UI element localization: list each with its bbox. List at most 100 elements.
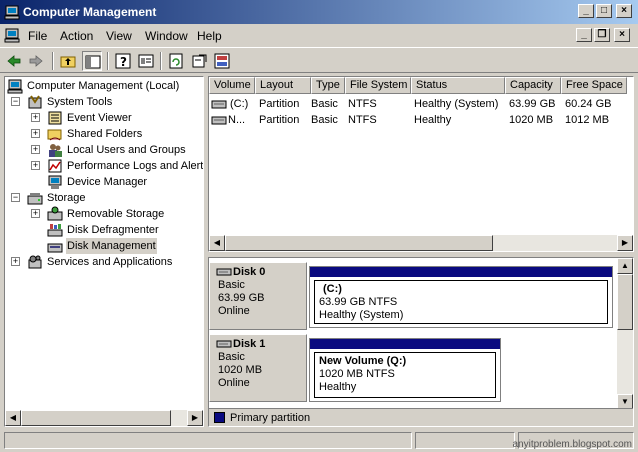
menu-help[interactable]: Help bbox=[197, 29, 222, 43]
column-header-status[interactable]: Status bbox=[411, 77, 505, 94]
scroll-up-button[interactable]: ▲ bbox=[617, 258, 633, 274]
expand-icon[interactable]: + bbox=[31, 129, 40, 138]
tree-label: Event Viewer bbox=[67, 112, 132, 124]
tree-label: Disk Defragmenter bbox=[67, 224, 159, 236]
window-title: Computer Management bbox=[23, 5, 157, 19]
mdi-restore-button[interactable]: ❐ bbox=[594, 28, 610, 42]
minimize-button[interactable]: _ bbox=[578, 4, 594, 18]
toolbar-separator bbox=[160, 52, 162, 70]
disk-vertical-scrollbar[interactable]: ▲ ▼ bbox=[617, 258, 633, 410]
cell-status: Healthy bbox=[414, 114, 452, 126]
cell-volume: N... bbox=[228, 114, 246, 126]
volume-status: Healthy (System) bbox=[319, 309, 404, 321]
menu-action[interactable]: Action bbox=[60, 29, 93, 43]
scroll-left-button[interactable]: ◀ bbox=[5, 410, 21, 426]
cell-type: Basic bbox=[311, 114, 338, 126]
disk-settings-icon bbox=[214, 53, 230, 69]
menu-view[interactable]: View bbox=[106, 29, 132, 43]
disk-graphical-view: Disk 0 Basic 63.99 GB Online (C:) 63.99 … bbox=[208, 257, 634, 427]
scroll-right-button[interactable]: ▶ bbox=[187, 410, 203, 426]
mdi-minimize-button[interactable]: _ bbox=[576, 28, 592, 42]
scroll-thumb[interactable] bbox=[225, 235, 493, 251]
up-folder-icon bbox=[60, 56, 76, 68]
scroll-thumb[interactable] bbox=[617, 274, 633, 330]
tree-label: System Tools bbox=[47, 96, 113, 108]
tree-label: Device Manager bbox=[67, 176, 148, 188]
disk-0-info[interactable]: Disk 0 Basic 63.99 GB Online bbox=[209, 262, 307, 330]
help-button[interactable]: ? bbox=[113, 51, 133, 71]
forward-arrow-icon bbox=[29, 55, 43, 67]
expand-icon[interactable]: + bbox=[31, 161, 40, 170]
svg-text:?: ? bbox=[120, 55, 127, 69]
volume-name: New Volume (Q:) bbox=[319, 355, 407, 367]
disk-type: Basic bbox=[218, 351, 245, 363]
tree-label: Local Users and Groups bbox=[67, 144, 186, 156]
tree-horizontal-scrollbar[interactable]: ◀ ▶ bbox=[5, 410, 203, 426]
watermark-text: anyitproblem.blogspot.com bbox=[512, 439, 632, 450]
console-tree-icon bbox=[85, 55, 101, 69]
disk-icon bbox=[216, 268, 232, 276]
volume-q-partition[interactable]: New Volume (Q:) 1020 MB NTFS Healthy bbox=[309, 338, 501, 402]
computer-icon bbox=[7, 79, 23, 94]
refresh-button[interactable] bbox=[166, 51, 186, 71]
column-header-volume[interactable]: Volume bbox=[209, 77, 255, 94]
properties-button[interactable] bbox=[136, 51, 156, 71]
column-header-capacity[interactable]: Capacity bbox=[505, 77, 561, 94]
disk-settings-button[interactable] bbox=[212, 51, 232, 71]
event-viewer-icon bbox=[48, 111, 62, 125]
disk-1-info[interactable]: Disk 1 Basic 1020 MB Online bbox=[209, 334, 307, 402]
tree-label: Performance Logs and Alerts bbox=[67, 160, 204, 172]
export-list-button[interactable] bbox=[189, 51, 209, 71]
scroll-left-button[interactable]: ◀ bbox=[209, 235, 225, 251]
collapse-icon[interactable]: − bbox=[11, 97, 20, 106]
table-row[interactable]: (C:) Partition Basic NTFS Healthy (Syste… bbox=[209, 96, 633, 112]
up-one-level-button[interactable] bbox=[58, 51, 78, 71]
column-header-free-space[interactable]: Free Space bbox=[561, 77, 627, 94]
show-hide-tree-button[interactable] bbox=[82, 51, 102, 71]
expand-icon[interactable]: + bbox=[31, 113, 40, 122]
cell-volume: (C:) bbox=[230, 98, 249, 110]
close-button[interactable]: × bbox=[616, 4, 632, 18]
menu-window[interactable]: Window bbox=[145, 29, 188, 43]
system-menu-icon[interactable] bbox=[4, 27, 20, 43]
toolbar: ? bbox=[0, 47, 638, 73]
export-list-icon bbox=[192, 54, 207, 68]
scroll-right-button[interactable]: ▶ bbox=[617, 235, 633, 251]
table-row[interactable]: N... Partition Basic NTFS Healthy 1020 M… bbox=[209, 112, 633, 128]
toolbar-separator bbox=[107, 52, 109, 70]
status-panel-secondary bbox=[415, 432, 515, 449]
back-arrow-icon bbox=[7, 55, 21, 67]
mdi-close-button[interactable]: × bbox=[614, 28, 630, 42]
disk-status: Online bbox=[218, 377, 250, 389]
volume-info: 1020 MB NTFS bbox=[319, 368, 395, 380]
back-button[interactable] bbox=[4, 51, 24, 71]
volume-info: 63.99 GB NTFS bbox=[319, 296, 398, 308]
list-horizontal-scrollbar[interactable]: ◀ ▶ bbox=[209, 235, 633, 251]
column-header-file-system[interactable]: File System bbox=[345, 77, 411, 94]
maximize-button[interactable]: □ bbox=[596, 4, 612, 18]
expand-icon[interactable]: + bbox=[31, 145, 40, 154]
cell-layout: Partition bbox=[259, 114, 300, 126]
drive-icon bbox=[211, 116, 227, 125]
users-icon bbox=[49, 144, 62, 157]
device-manager-icon bbox=[48, 175, 62, 189]
volume-details: New Volume (Q:) 1020 MB NTFS Healthy bbox=[314, 352, 496, 398]
cell-free-space: 60.24 GB bbox=[565, 98, 612, 110]
forward-button[interactable] bbox=[26, 51, 46, 71]
expand-icon[interactable]: + bbox=[31, 209, 40, 218]
legend-label: Primary partition bbox=[230, 412, 311, 424]
tree-label: Computer Management (Local) bbox=[27, 80, 180, 92]
scroll-thumb[interactable] bbox=[21, 410, 171, 426]
collapse-icon[interactable]: − bbox=[11, 193, 20, 202]
volume-name: (C:) bbox=[323, 283, 342, 295]
volume-c-partition[interactable]: (C:) 63.99 GB NTFS Healthy (System) bbox=[309, 266, 613, 328]
expand-icon[interactable]: + bbox=[11, 257, 20, 266]
removable-storage-icon bbox=[47, 206, 63, 221]
column-header-layout[interactable]: Layout bbox=[255, 77, 311, 94]
menu-file[interactable]: File bbox=[28, 29, 47, 43]
column-header-type[interactable]: Type bbox=[311, 77, 345, 94]
primary-partition-bar bbox=[310, 339, 500, 349]
disk-status: Online bbox=[218, 305, 250, 317]
tree-label: Shared Folders bbox=[67, 128, 143, 140]
storage-icon bbox=[27, 193, 43, 205]
